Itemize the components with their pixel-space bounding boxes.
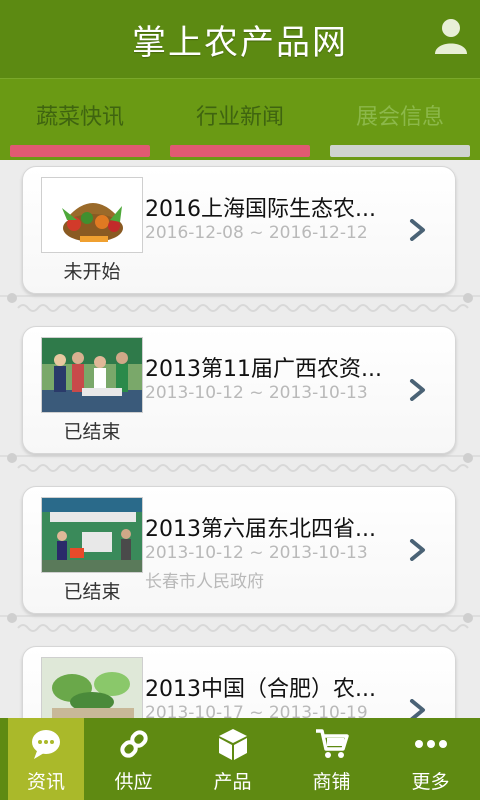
app-header: 掌上农产品网 bbox=[0, 0, 480, 78]
exhibition-list[interactable]: 未开始 2016上海国际生态农... 2016-12-08 ~ 2016-12-… bbox=[0, 160, 480, 718]
cart-icon bbox=[315, 729, 349, 758]
item-date: 2016-12-08 ~ 2016-12-12 bbox=[145, 223, 368, 243]
link-icon bbox=[119, 730, 148, 758]
chevron-right-icon bbox=[410, 219, 425, 241]
list-item: 已结束 2013第六届东北四省... 2013-10-12 ~ 2013-10-… bbox=[0, 480, 480, 640]
chevron-right-icon bbox=[410, 699, 425, 718]
nav-item-more[interactable]: 更多 bbox=[381, 718, 480, 800]
nav-label: 更多 bbox=[411, 771, 450, 793]
nav-item-shops[interactable]: 商铺 bbox=[282, 718, 381, 800]
exhibition-card[interactable]: 2013中国（合肥）农... 2013-10-17 ~ 2013-10-19 bbox=[22, 646, 456, 718]
nav-label: 产品 bbox=[213, 771, 252, 793]
nav-label: 商铺 bbox=[312, 771, 351, 793]
status-badge: 已结束 bbox=[63, 581, 121, 603]
tab-exhibition-info[interactable]: 展会信息 bbox=[320, 79, 480, 160]
divider bbox=[0, 293, 480, 312]
nav-label: 供应 bbox=[114, 771, 153, 793]
app-title: 掌上农产品网 bbox=[132, 22, 348, 63]
tab-vegetable-news[interactable]: 蔬菜快讯 bbox=[0, 79, 160, 160]
box-icon bbox=[218, 729, 247, 760]
thumbnail-image bbox=[41, 657, 143, 718]
user-icon[interactable] bbox=[434, 18, 468, 54]
chevron-right-icon bbox=[410, 539, 425, 561]
item-title: 2016上海国际生态农... bbox=[145, 197, 376, 222]
thumbnail-image bbox=[41, 337, 143, 413]
item-date: 2013-10-17 ~ 2013-10-19 bbox=[145, 703, 368, 718]
exhibition-card[interactable]: 已结束 2013第11届广西农资... 2013-10-12 ~ 2013-10… bbox=[22, 326, 456, 454]
item-date: 2013-10-12 ~ 2013-10-13 bbox=[145, 383, 368, 403]
bottom-nav: 资讯 供应 产品 商铺 更多 bbox=[0, 718, 480, 800]
item-date: 2013-10-12 ~ 2013-10-13 bbox=[145, 543, 368, 563]
nav-item-news[interactable]: 资讯 bbox=[8, 718, 84, 800]
thumbnail-image bbox=[41, 497, 143, 573]
chevron-right-icon bbox=[410, 379, 425, 401]
list-item: 2013中国（合肥）农... 2013-10-17 ~ 2013-10-19 bbox=[0, 640, 480, 718]
exhibition-card[interactable]: 已结束 2013第六届东北四省... 2013-10-12 ~ 2013-10-… bbox=[22, 486, 456, 614]
nav-item-supply[interactable]: 供应 bbox=[84, 718, 183, 800]
category-tabs: 蔬菜快讯 行业新闻 展会信息 bbox=[0, 78, 480, 160]
item-title: 2013第11届广西农资... bbox=[145, 357, 382, 382]
status-badge: 已结束 bbox=[63, 421, 121, 443]
item-title: 2013第六届东北四省... bbox=[145, 517, 376, 542]
thumbnail-image bbox=[41, 177, 143, 253]
list-item: 未开始 2016上海国际生态农... 2016-12-08 ~ 2016-12-… bbox=[0, 160, 480, 320]
divider bbox=[0, 453, 480, 472]
item-organizer: 长春市人民政府 bbox=[145, 572, 264, 592]
status-badge: 未开始 bbox=[63, 261, 121, 283]
more-icon bbox=[414, 740, 447, 748]
chat-icon bbox=[32, 730, 60, 759]
tab-indicator bbox=[170, 145, 310, 157]
tab-indicator bbox=[10, 145, 150, 157]
nav-item-products[interactable]: 产品 bbox=[183, 718, 282, 800]
exhibition-card[interactable]: 未开始 2016上海国际生态农... 2016-12-08 ~ 2016-12-… bbox=[22, 166, 456, 294]
tab-industry-news[interactable]: 行业新闻 bbox=[160, 79, 320, 160]
nav-label: 资讯 bbox=[26, 771, 65, 793]
divider bbox=[0, 613, 480, 632]
list-item: 已结束 2013第11届广西农资... 2013-10-12 ~ 2013-10… bbox=[0, 320, 480, 480]
item-title: 2013中国（合肥）农... bbox=[145, 677, 376, 702]
tab-indicator bbox=[330, 145, 470, 157]
